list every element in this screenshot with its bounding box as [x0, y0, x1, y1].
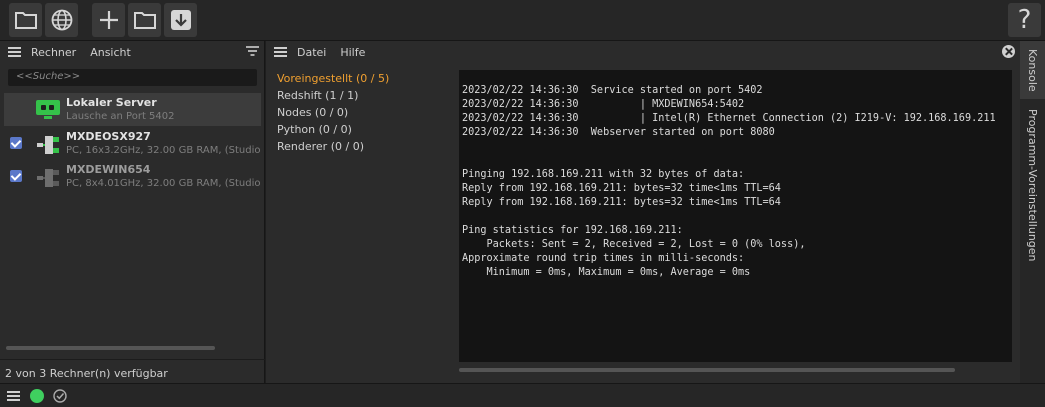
check-circle-icon[interactable]	[53, 389, 67, 403]
hamburger-menu-icon[interactable]	[7, 391, 20, 401]
add-server-button[interactable]	[92, 3, 125, 37]
server-checkbox[interactable]	[10, 170, 22, 182]
network-node-icon	[37, 136, 59, 154]
server-name: Lokaler Server	[66, 96, 157, 109]
category-renderer[interactable]: Renderer (0 / 0)	[277, 140, 364, 153]
server-checkbox[interactable]	[10, 137, 22, 149]
menu-datei[interactable]: Datei	[297, 46, 326, 59]
console-scrollbar[interactable]	[459, 368, 955, 372]
category-python[interactable]: Python (0 / 0)	[277, 123, 352, 136]
hamburger-menu-icon[interactable]	[8, 47, 21, 57]
search-input[interactable]: <<Suche>>	[8, 69, 257, 86]
category-redshift[interactable]: Redshift (1 / 1)	[277, 89, 358, 102]
network-node-icon	[37, 169, 59, 187]
tab-label: Programm-Voreinstellungen	[1026, 108, 1039, 262]
category-voreingestellt[interactable]: Voreingestellt (0 / 5)	[277, 72, 389, 85]
server-monitor-icon	[36, 100, 60, 119]
server-subtitle: PC, 8x4.01GHz, 32.00 GB RAM, (Studio C	[66, 178, 261, 189]
tab-konsole[interactable]: Konsole	[1020, 41, 1045, 99]
server-item-local[interactable]: Lokaler Server Lausche an Port 5402	[4, 93, 261, 126]
status-indicator-icon	[30, 389, 44, 403]
tab-programm-voreinstellungen[interactable]: Programm-Voreinstellungen	[1020, 103, 1045, 267]
server-name: MXDEOSX927	[66, 130, 151, 143]
filter-icon[interactable]	[246, 46, 259, 58]
server-list-scrollbar[interactable]	[6, 346, 215, 350]
console-menubar: Datei Hilfe	[266, 41, 1020, 63]
console-output[interactable]: 2023/02/22 14:36:30 Service started on p…	[459, 70, 1012, 362]
hamburger-menu-icon[interactable]	[274, 47, 287, 57]
menu-rechner[interactable]: Rechner	[31, 46, 76, 59]
globe-icon	[51, 9, 72, 31]
download-button[interactable]	[164, 3, 197, 37]
network-button[interactable]	[45, 3, 78, 37]
category-nodes[interactable]: Nodes (0 / 0)	[277, 106, 348, 119]
close-icon[interactable]	[1002, 45, 1015, 58]
menu-hilfe[interactable]: Hilfe	[340, 46, 365, 59]
console-panel: Datei Hilfe Voreingestellt (0 / 5) Redsh…	[266, 41, 1020, 383]
server-item-mxdewin654[interactable]: MXDEWIN654 PC, 8x4.01GHz, 32.00 GB RAM, …	[4, 160, 261, 193]
main-toolbar: ?	[0, 0, 1045, 41]
plus-icon	[99, 11, 118, 29]
folder-icon	[133, 12, 156, 29]
folder-button[interactable]	[128, 3, 161, 37]
server-menubar: Rechner Ansicht	[0, 41, 264, 63]
server-subtitle: PC, 16x3.2GHz, 32.00 GB RAM, (Studio C	[66, 145, 261, 156]
folder-icon	[14, 12, 37, 29]
help-icon: ?	[1017, 5, 1032, 35]
side-tabs: Konsole Programm-Voreinstellungen	[1020, 41, 1045, 383]
open-folder-button[interactable]	[9, 3, 42, 37]
server-panel: Rechner Ansicht <<Suche>> Lokaler Server…	[0, 41, 265, 383]
tab-label: Konsole	[1026, 48, 1039, 92]
download-icon	[170, 10, 191, 30]
bottom-bar	[0, 383, 1045, 407]
menu-ansicht[interactable]: Ansicht	[90, 46, 131, 59]
console-text: 2023/02/22 14:36:30 Service started on p…	[462, 85, 996, 278]
server-name: MXDEWIN654	[66, 163, 151, 176]
server-item-mxdeosx927[interactable]: MXDEOSX927 PC, 16x3.2GHz, 32.00 GB RAM, …	[4, 127, 261, 160]
server-subtitle: Lausche an Port 5402	[66, 111, 175, 122]
help-button[interactable]: ?	[1008, 3, 1041, 37]
server-status-text: 2 von 3 Rechner(n) verfügbar	[0, 359, 265, 383]
